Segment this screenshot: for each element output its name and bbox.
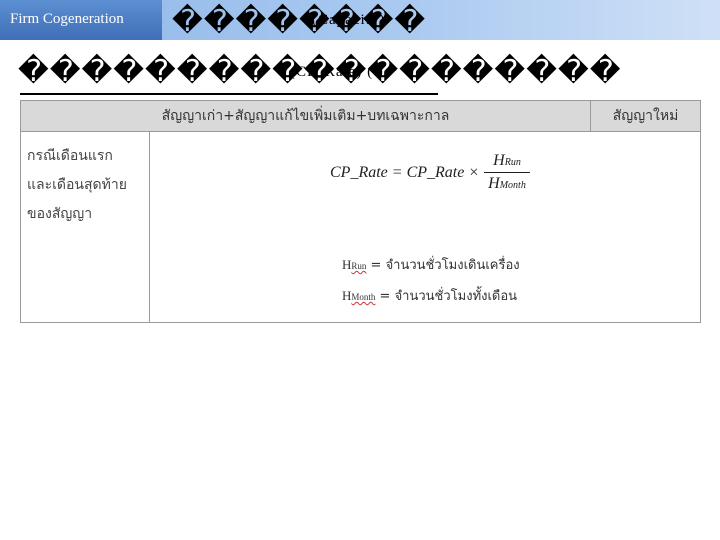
- slide-title-glyphs: ��������: [172, 5, 427, 38]
- formula-fraction: HRun HMonth: [484, 152, 530, 193]
- header-old-contract: สัญญาเก่า+สัญญาแก้ไขเพิ่มเติม+บทเฉพาะกาล: [19, 100, 592, 132]
- row-label-line: กรณีเดือนแรก: [27, 148, 113, 164]
- cp-rate-formula: CP_Rate = CP_Rate × HRun HMonth: [330, 152, 530, 192]
- formula-definitions: HRun = จำนวนชั่วโมงเดินเครื่อง HMonth = …: [342, 250, 520, 312]
- subtitle-underline: [20, 93, 438, 95]
- header-new-contract: สัญญาใหม่: [590, 100, 701, 132]
- table-row: กรณีเดือนแรก และเดือนสุดท้าย ของสัญญา CP…: [20, 131, 701, 323]
- fraction-numerator: HRun: [484, 152, 530, 173]
- formula-lhs: CP_Rate = CP_Rate ×: [330, 164, 480, 181]
- definition-hmonth: HMonth = จำนวนชั่วโมงทั้งเดือน: [342, 288, 518, 304]
- fraction-denominator: HMonth: [488, 175, 526, 192]
- slide-title-suffix: (Capacity): [312, 12, 386, 28]
- brand-box: Firm Cogeneration: [0, 0, 162, 40]
- slide-subtitle-inline: (CP_Rate) ( ): [290, 64, 384, 80]
- slide-title: �������� (Capacity): [172, 4, 426, 39]
- slide-subtitle: ������������������� (CP_Rate) ( ): [18, 54, 621, 89]
- contract-table: สัญญาเก่า+สัญญาแก้ไขเพิ่มเติม+บทเฉพาะกาล…: [19, 100, 701, 323]
- formula-cell: CP_Rate = CP_Rate × HRun HMonth HRun = จ…: [149, 131, 701, 323]
- row-label-line: ของสัญญา: [27, 206, 93, 222]
- definition-hrun: HRun = จำนวนชั่วโมงเดินเครื่อง: [342, 257, 520, 273]
- row-label: กรณีเดือนแรก และเดือนสุดท้าย ของสัญญา: [20, 131, 150, 323]
- row-label-line: และเดือนสุดท้าย: [27, 177, 127, 193]
- brand-title: Firm Cogeneration: [10, 11, 124, 27]
- table-header-row: สัญญาเก่า+สัญญาแก้ไขเพิ่มเติม+บทเฉพาะกาล…: [19, 100, 701, 132]
